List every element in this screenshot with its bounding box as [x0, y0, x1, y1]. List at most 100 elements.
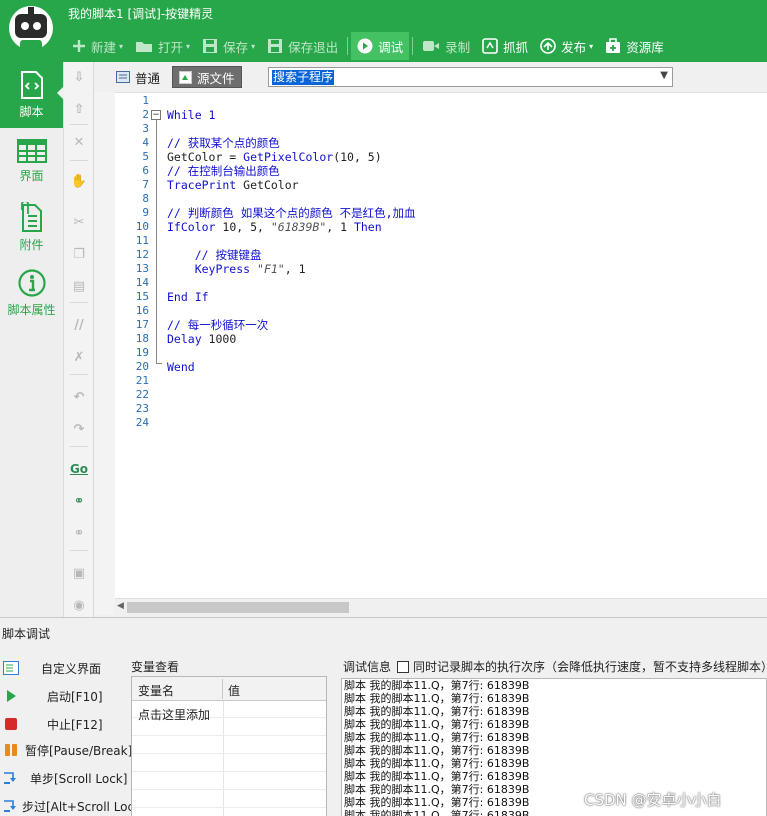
variable-table[interactable]: 变量名 值 点击这里添加	[131, 676, 327, 816]
scrollbar-thumb[interactable]	[127, 602, 349, 613]
code-line-13: KeyPress "F1", 1	[167, 262, 306, 276]
copy-icon[interactable]: ❐	[69, 244, 89, 264]
cut-icon[interactable]: ✂	[69, 212, 89, 232]
line-number: 19	[135, 346, 149, 359]
nav-item-properties[interactable]: 脚本属性	[0, 260, 63, 326]
log-line: 脚本 我的脚本11.Q，第7行: 61839B	[344, 744, 530, 757]
delete-icon[interactable]: ✕	[69, 132, 89, 152]
log-line: 脚本 我的脚本11.Q，第7行: 61839B	[344, 718, 530, 731]
code-line-17: // 每一秒循环一次	[167, 318, 269, 332]
info-icon	[17, 268, 46, 297]
new-button-label: 新建	[91, 39, 117, 55]
column-header-var-name[interactable]: 变量名	[138, 682, 174, 699]
mode-normal-label: 普通	[135, 70, 161, 86]
log-line: 脚本 我的脚本11.Q，第7行: 61839B	[344, 679, 530, 692]
line-number: 12	[135, 248, 149, 261]
table-row	[132, 737, 326, 754]
new-button[interactable]: 新建 ▾	[66, 32, 129, 60]
chevron-down-icon: ▾	[589, 41, 594, 51]
mode-normal-button[interactable]: 普通	[110, 66, 166, 88]
move-down-icon[interactable]: ⇩	[69, 67, 89, 87]
list-icon[interactable]: ▣	[69, 563, 89, 583]
pause-button[interactable]: 暂停[Pause/Break]	[0, 739, 132, 761]
pause-icon	[2, 742, 20, 758]
code-token: , 1	[284, 262, 306, 276]
nav-item-label: 脚本属性	[7, 302, 56, 317]
code-token: (10, 5)	[333, 150, 382, 164]
code-line-6: // 在控制台输出颜色	[167, 164, 280, 178]
move-up-icon[interactable]: ⇧	[69, 99, 89, 119]
code-line-18: Delay 1000	[167, 332, 236, 346]
open-button[interactable]: 打开 ▾	[129, 32, 196, 60]
start-button[interactable]: 启动[F10]	[0, 685, 103, 707]
debug-info-label: 调试信息	[343, 660, 392, 674]
find-icon[interactable]: ⚭	[69, 491, 89, 511]
grab-button[interactable]: 抓抓	[476, 32, 534, 60]
save-button[interactable]: 保存 ▾	[196, 32, 261, 60]
normal-view-icon	[116, 71, 130, 83]
log-line: 脚本 我的脚本11.Q，第7行: 61839B	[344, 731, 530, 744]
undo-icon[interactable]: ↶	[69, 387, 89, 407]
find-next-icon[interactable]: ⚭	[69, 523, 89, 543]
nav-item-ui[interactable]: 界面	[0, 128, 63, 194]
record-order-label[interactable]: 同时记录脚本的执行次序（会降低执行速度，暂不支持多线程脚本）	[413, 658, 767, 675]
debug-panel-title: 脚本调试	[2, 627, 51, 641]
mode-source-button[interactable]: 源文件	[172, 66, 242, 88]
title-bar: 我的脚本1 [调试]-按键精灵 新建 ▾ 打开 ▾ 保存 ▾ 保存退出 调试 录制	[0, 0, 767, 62]
nav-item-script[interactable]: 脚本	[0, 62, 64, 128]
chevron-down-icon: ▾	[119, 41, 124, 51]
record-order-checkbox[interactable]	[397, 660, 410, 673]
stop-button[interactable]: 中止[F12]	[0, 713, 103, 735]
code-editor[interactable]: 1 2 3 4 5 6 7 8 9 10 11 12 13 14 15 16 17 18 19 20 21 22 23 24 …	[115, 92, 767, 599]
goto-icon[interactable]: Go	[69, 459, 89, 479]
column-divider[interactable]	[222, 679, 223, 699]
line-number: 24	[135, 416, 149, 429]
horizontal-scrollbar[interactable]: ◀	[115, 598, 767, 615]
table-row	[132, 755, 326, 772]
save-exit-button[interactable]: 保存退出	[261, 32, 344, 60]
pause-label: 暂停[Pause/Break]	[25, 743, 133, 758]
plus-icon	[73, 40, 85, 52]
line-number: 10	[135, 220, 149, 233]
app-logo-icon	[9, 6, 53, 50]
step-button[interactable]: 单步[Scroll Lock]	[0, 767, 127, 789]
toolbar-divider	[347, 37, 349, 55]
custom-ui-button[interactable]: 自定义界面	[0, 657, 101, 679]
paste-icon[interactable]: ▤	[69, 276, 89, 296]
column-header-value[interactable]: 值	[228, 682, 240, 699]
subroutine-search-select[interactable]: 搜索子程序 ▼	[268, 67, 673, 87]
resource-button[interactable]: 资源库	[599, 32, 670, 60]
grid-icon	[16, 138, 47, 163]
editor-left-margin	[94, 92, 115, 615]
uncomment-icon[interactable]: ✗	[69, 347, 89, 367]
step-over-button[interactable]: 步过[Alt+Scroll Lock]	[0, 795, 146, 816]
nav-item-label: 界面	[19, 168, 44, 183]
line-number: 18	[135, 332, 149, 345]
scroll-left-icon[interactable]: ◀	[117, 601, 124, 611]
tool-divider	[70, 446, 88, 447]
hand-icon[interactable]: ✋	[69, 171, 89, 191]
redo-icon[interactable]: ↷	[69, 419, 89, 439]
log-line: 脚本 我的脚本11.Q，第7行: 61839B	[344, 705, 530, 718]
comment-icon[interactable]: //	[69, 315, 89, 335]
tool-divider	[70, 374, 88, 375]
code-token: TracePrint	[167, 178, 237, 192]
publish-button[interactable]: 发布 ▾	[534, 32, 599, 60]
play-circle-icon	[357, 38, 373, 54]
line-number: 1	[142, 94, 149, 107]
record-button-label: 录制	[445, 39, 471, 55]
publish-icon	[540, 38, 556, 54]
record-button[interactable]: 录制	[416, 32, 476, 60]
add-variable-hint[interactable]: 点击这里添加	[138, 706, 210, 723]
resource-button-label: 资源库	[626, 39, 664, 55]
code-token: Delay	[167, 332, 202, 346]
fold-toggle-icon[interactable]: −	[151, 110, 161, 120]
resource-icon	[606, 38, 621, 53]
eye-icon[interactable]: ◉	[69, 595, 89, 615]
variable-view-label: 变量查看	[131, 660, 180, 674]
chevron-down-icon[interactable]: ▼	[660, 70, 668, 81]
variable-table-header: 变量名 值	[132, 677, 326, 701]
open-button-label: 打开	[158, 39, 184, 55]
debug-button[interactable]: 调试	[351, 32, 410, 60]
nav-item-attachment[interactable]: 附件	[0, 194, 63, 260]
